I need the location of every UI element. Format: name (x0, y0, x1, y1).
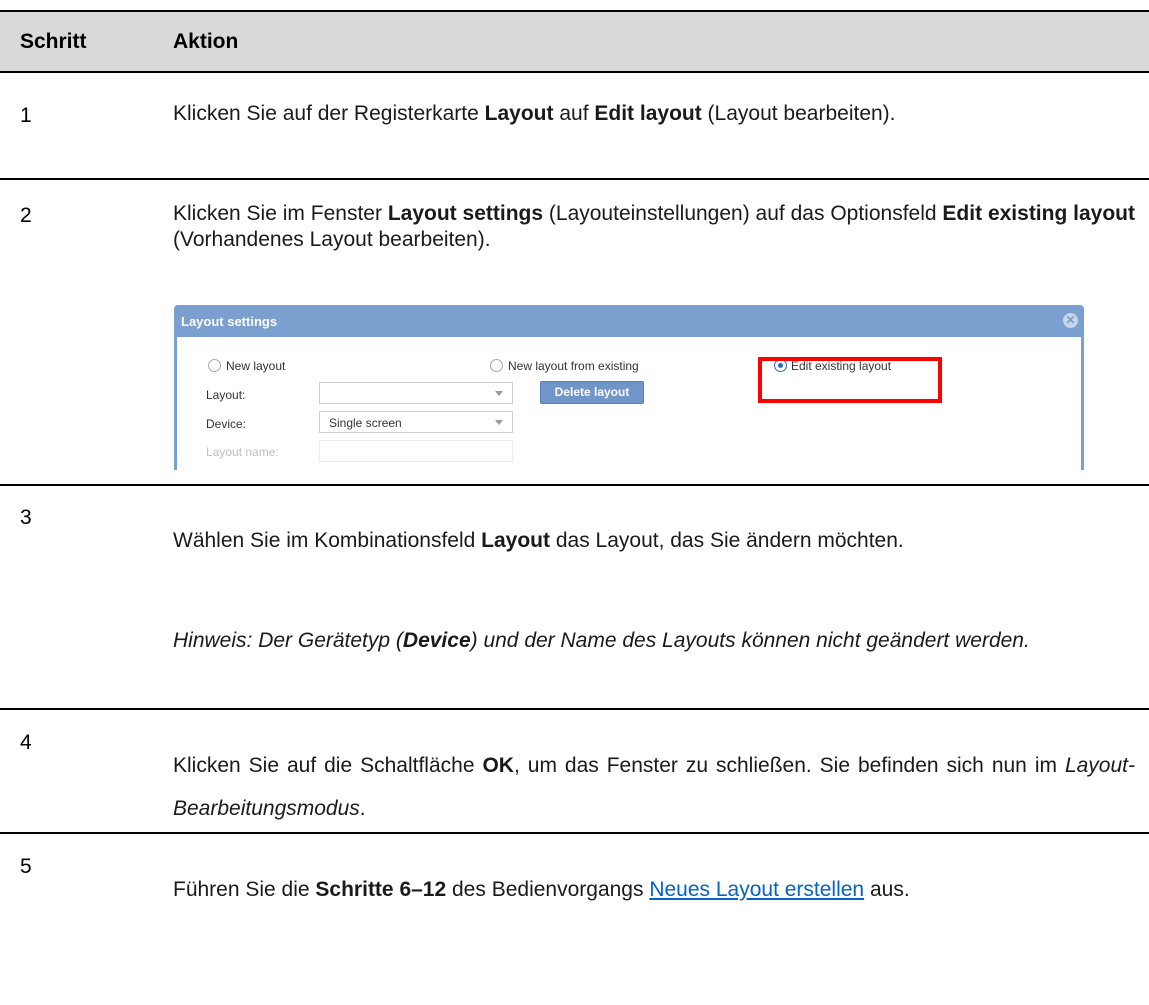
neues-layout-erstellen-link[interactable]: Neues Layout erstellen (649, 878, 864, 901)
layout-name-field[interactable] (319, 440, 513, 462)
device-combo[interactable]: Single screen (319, 411, 513, 433)
header-step: Schritt (20, 30, 87, 53)
device-label: Device: (206, 417, 247, 431)
new-from-existing-label: New layout from existing (508, 359, 639, 373)
close-circle-icon[interactable]: ✕ (1063, 313, 1078, 328)
dialog-title: Layout settings (181, 314, 278, 329)
row-divider (0, 484, 1149, 486)
layout-name-label: Layout name: (206, 445, 279, 459)
step-number: 1 (20, 104, 32, 127)
step-2-text: Klicken Sie im Fenster Layout settings (… (173, 202, 1135, 251)
step-1-text: Klicken Sie auf der Registerkarte Layout… (173, 102, 896, 125)
step-number: 4 (20, 731, 32, 754)
step-number: 3 (20, 506, 32, 529)
table-header: Schritt Aktion (0, 10, 1149, 73)
step-number: 2 (20, 204, 32, 227)
header-action: Aktion (173, 30, 239, 53)
step-3-text: Wählen Sie im Kombinationsfeld Layout da… (173, 529, 904, 552)
selection-highlight (758, 357, 942, 403)
step-3-note: Hinweis: Der Gerätetyp (Device) und der … (173, 629, 1030, 652)
new-layout-label: New layout (226, 359, 286, 373)
dialog-body: New layout New layout from existing Edit… (177, 337, 1081, 470)
step-5-text: Führen Sie die Schritte 6–12 des Bedienv… (173, 878, 910, 901)
delete-layout-button[interactable]: Delete layout (540, 381, 644, 404)
new-layout-radio[interactable] (208, 359, 221, 372)
step-4-text: Klicken Sie auf die Schaltfläche OK, um … (173, 754, 1135, 820)
device-combo-value: Single screen (329, 416, 402, 430)
layout-settings-dialog: Layout settings ✕ New layout New layout … (174, 305, 1084, 470)
layout-combo[interactable] (319, 382, 513, 404)
step-number: 5 (20, 855, 32, 878)
layout-label: Layout: (206, 388, 246, 402)
row-divider (0, 832, 1149, 834)
instruction-table: Schritt Aktion 1 Klicken Sie auf der Reg… (0, 0, 1149, 1005)
row-divider (0, 708, 1149, 710)
chevron-down-icon (495, 420, 503, 425)
row-divider (0, 178, 1149, 180)
chevron-down-icon (495, 391, 503, 396)
new-from-existing-radio[interactable] (490, 359, 503, 372)
